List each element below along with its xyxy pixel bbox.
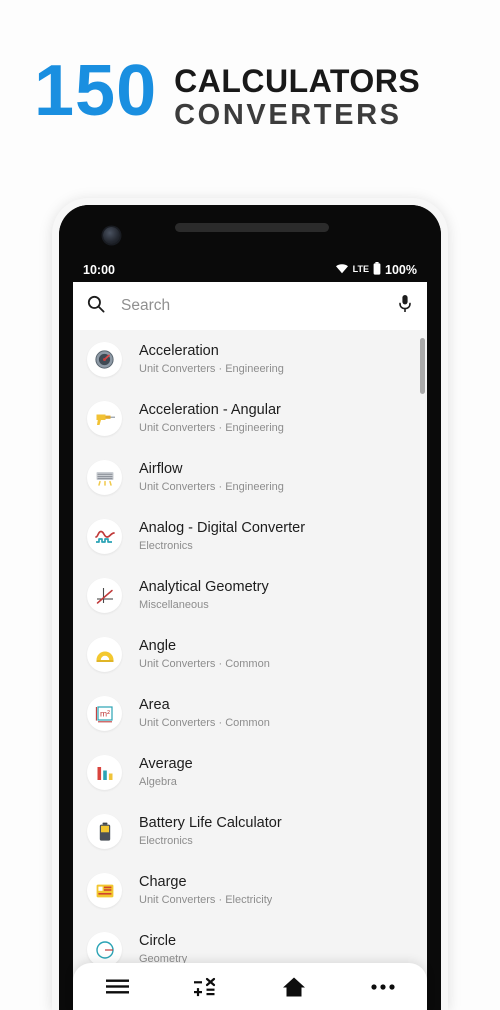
list-item-subtitle: Unit Converters · Engineering [139,422,284,435]
list-item-text: Acceleration - Angular Unit Converters ·… [139,401,284,436]
calculator-list[interactable]: Acceleration Unit Converters · Engineeri… [73,330,427,1010]
status-time: 10:00 [83,262,115,277]
list-item-text: Airflow Unit Converters · Engineering [139,460,284,495]
list-item-subtitle: Electronics [139,835,193,848]
status-indicators: LTE 100% [335,261,417,278]
phone-frame: 10:00 LTE 100% Search Acceleration Unit … [59,205,441,1010]
list-item-text: Circle Geometry [139,932,187,967]
list-item-title: Charge [139,874,187,891]
list-item[interactable]: Analog - Digital Converter Electronics [73,507,427,566]
list-item[interactable]: Average Algebra [73,743,427,802]
search-bar[interactable] [73,282,427,330]
battery-percentage: 100% [385,262,417,277]
list-item[interactable]: m² Area Unit Converters · Common [73,684,427,743]
list-item[interactable]: Airflow Unit Converters · Engineering [73,448,427,507]
phone-device-mockup: 10:00 LTE 100% Search Acceleration Unit … [52,198,448,1010]
list-item[interactable]: Battery Life Calculator Electronics [73,802,427,861]
list-item-subtitle: Unit Converters · Engineering [139,481,284,494]
list-item-title: Battery Life Calculator [139,815,282,832]
network-type-label: LTE [352,264,370,274]
battery-icon [87,814,122,849]
list-item-text: Battery Life Calculator Electronics [139,814,282,849]
list-item-subtitle: Miscellaneous [139,599,209,612]
promo-words: CALCULATORS CONVERTERS [174,58,420,132]
list-item-title: Angle [139,638,177,655]
list-item-title: Acceleration - Angular [139,402,281,419]
list-item-text: Charge Unit Converters · Electricity [139,873,272,908]
promo-count: 150 [34,51,158,131]
wifi-icon [335,263,349,277]
list-item-subtitle: Unit Converters · Common [139,717,270,730]
more-icon[interactable] [355,967,411,1007]
list-item-title: Area [139,697,170,714]
list-item[interactable]: Angle Unit Converters · Common [73,625,427,684]
promo-headline: 150 CALCULATORS CONVERTERS [34,51,420,132]
list-item-text: Acceleration Unit Converters · Engineeri… [139,342,284,377]
list-item-text: Angle Unit Converters · Common [139,637,270,672]
circle-icon [87,932,122,967]
microphone-icon[interactable] [397,294,413,318]
list-scrollbar[interactable] [420,338,425,394]
search-icon [87,295,105,318]
list-item-title: Analog - Digital Converter [139,520,306,537]
phone-screen: 10:00 LTE 100% Search Acceleration Unit … [73,257,427,1010]
search-input[interactable] [119,296,397,316]
list-item-subtitle: Unit Converters · Engineering [139,363,284,376]
bar-chart-icon [87,755,122,790]
list-item-text: Average Algebra [139,755,193,790]
list-item-title: Airflow [139,461,183,478]
battery-icon [373,261,381,278]
capacitor-icon [87,873,122,908]
list-item-text: Analog - Digital Converter Electronics [139,519,305,554]
home-icon[interactable] [266,967,322,1007]
promo-header: 150 CALCULATORS CONVERTERS [0,0,500,190]
axes-graph-icon [87,578,122,613]
list-item-title: Analytical Geometry [139,579,269,596]
list-item-subtitle: Electronics [139,540,193,553]
list-item-text: Area Unit Converters · Common [139,696,270,731]
front-camera-icon [103,227,120,244]
speedometer-icon [87,342,122,377]
promo-line-converters: CONVERTERS [174,98,402,131]
list-item[interactable]: Analytical Geometry Miscellaneous [73,566,427,625]
list-item-subtitle: Unit Converters · Electricity [139,894,273,907]
list-item-title: Average [139,756,193,773]
list-item[interactable]: Acceleration - Angular Unit Converters ·… [73,389,427,448]
list-item[interactable]: Charge Unit Converters · Electricity [73,861,427,920]
list-item-text: Analytical Geometry Miscellaneous [139,578,269,613]
phone-top-bezel [59,205,441,257]
promo-line-calculators: CALCULATORS [174,63,421,99]
menu-icon[interactable] [89,967,145,1007]
calculator-icon[interactable] [178,967,234,1007]
protractor-icon [87,637,122,672]
status-bar: 10:00 LTE 100% [73,257,427,282]
power-drill-icon [87,401,122,436]
earpiece-speaker-icon [175,223,329,232]
list-item-title: Acceleration [139,343,219,360]
bottom-navigation-bar[interactable] [73,963,427,1010]
area-square-icon: m² [87,696,122,731]
list-item[interactable]: Acceleration Unit Converters · Engineeri… [73,330,427,389]
svg-text:m²: m² [100,708,110,718]
list-item-title: Circle [139,933,177,950]
list-item-subtitle: Unit Converters · Common [139,658,270,671]
list-item-subtitle: Algebra [139,776,177,789]
signal-wave-icon [87,519,122,554]
air-vent-icon [87,460,122,495]
